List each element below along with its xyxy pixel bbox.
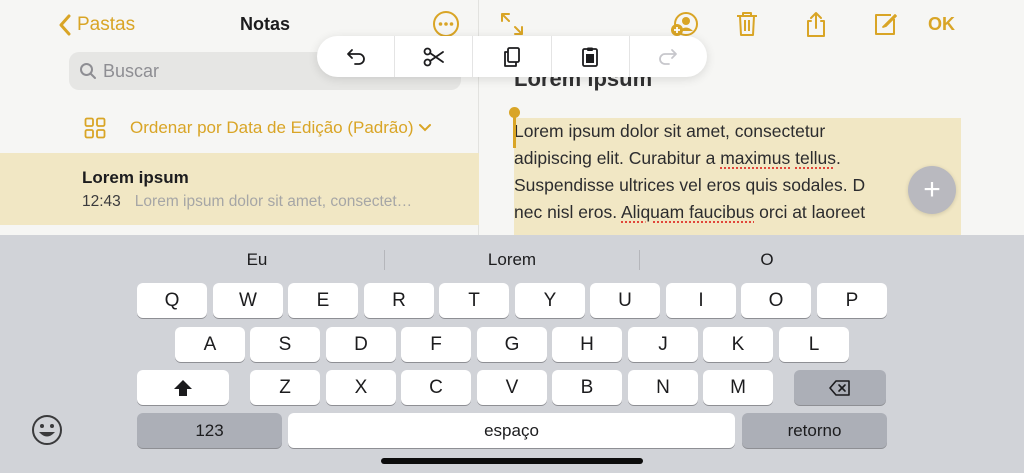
key[interactable]: J	[628, 327, 698, 362]
compose-icon[interactable]	[871, 10, 899, 38]
text-cursor	[513, 116, 516, 148]
key[interactable]: V	[477, 370, 547, 405]
note-body-line: nec nisl eros. Aliquam faucibus orci at …	[514, 202, 866, 222]
note-time: 12:43	[82, 193, 121, 210]
key[interactable]: A	[175, 327, 245, 362]
share-icon[interactable]	[802, 10, 830, 38]
search-icon	[80, 63, 96, 79]
key[interactable]: C	[401, 370, 471, 405]
key[interactable]: P	[817, 283, 887, 318]
note-preview: Lorem ipsum dolor sit amet, consectet…	[134, 193, 413, 210]
key[interactable]: Q	[137, 283, 207, 318]
ellipsis-circle-icon[interactable]	[432, 10, 460, 38]
note-subtitle: 12:43 Lorem ipsum dolor sit amet, consect…	[82, 193, 462, 211]
trash-icon[interactable]	[733, 10, 761, 38]
key[interactable]: G	[477, 327, 547, 362]
note-list-item[interactable]: Lorem ipsum 12:43 Lorem ipsum dolor sit a…	[0, 153, 479, 225]
key[interactable]: S	[250, 327, 320, 362]
note-body-line: Lorem ipsum dolor sit amet, consectetur	[514, 121, 826, 141]
paste-icon	[582, 47, 599, 67]
key[interactable]: Z	[250, 370, 320, 405]
note-body-line: Suspendisse ultrices vel eros quis sodal…	[514, 175, 866, 195]
prediction-suggestion[interactable]: O	[640, 247, 894, 273]
sort-label: Ordenar por Data de Edição (Padrão)	[130, 118, 414, 137]
key[interactable]: U	[590, 283, 660, 318]
predictive-bar: Eu Lorem O	[130, 247, 894, 273]
misspelled-word[interactable]: tellus	[795, 148, 836, 168]
return-key[interactable]: retorno	[742, 413, 887, 448]
grid-view-icon[interactable]	[84, 117, 106, 139]
key[interactable]: O	[741, 283, 811, 318]
undo-button[interactable]	[317, 36, 396, 77]
sort-menu-button[interactable]: Ordenar por Data de Edição (Padrão)	[84, 114, 432, 142]
backspace-key[interactable]	[794, 370, 886, 405]
undo-icon	[346, 48, 365, 65]
key[interactable]: W	[213, 283, 283, 318]
add-button[interactable]: +	[908, 166, 956, 214]
expand-icon[interactable]	[498, 10, 526, 38]
key[interactable]: R	[364, 283, 434, 318]
misspelled-word[interactable]: maximus	[720, 148, 790, 168]
key[interactable]: I	[666, 283, 736, 318]
prediction-suggestion[interactable]: Eu	[130, 247, 384, 273]
key[interactable]: T	[439, 283, 509, 318]
key[interactable]: F	[401, 327, 471, 362]
key[interactable]: X	[326, 370, 396, 405]
key[interactable]: N	[628, 370, 698, 405]
chevron-down-icon	[418, 124, 431, 132]
copy-button[interactable]	[473, 36, 552, 77]
key[interactable]: D	[326, 327, 396, 362]
key[interactable]: M	[703, 370, 773, 405]
cut-icon	[423, 47, 444, 66]
misspelled-word[interactable]: Aliquam faucibus	[621, 202, 754, 222]
prediction-suggestion[interactable]: Lorem	[385, 247, 639, 273]
note-body[interactable]: Lorem ipsum dolor sit amet, consectetur a…	[514, 118, 934, 226]
edit-menu	[317, 36, 707, 77]
key[interactable]: B	[552, 370, 622, 405]
note-body-line: adipiscing elit. Curabitur a maximus tel…	[514, 148, 841, 168]
key[interactable]: H	[552, 327, 622, 362]
home-indicator[interactable]	[381, 458, 643, 464]
copy-icon	[504, 46, 520, 67]
key[interactable]: K	[703, 327, 773, 362]
shift-icon	[174, 379, 192, 396]
paste-button[interactable]	[552, 36, 630, 77]
key[interactable]: Y	[515, 283, 585, 318]
keyboard: Eu Lorem O Q W E R T Y U I O P A S D F G…	[0, 235, 1024, 473]
space-key[interactable]: espaço	[288, 413, 735, 448]
emoji-icon[interactable]	[30, 413, 64, 447]
redo-button[interactable]	[630, 36, 707, 77]
delete-icon	[829, 379, 850, 396]
done-button[interactable]: OK	[928, 14, 955, 35]
numbers-key[interactable]: 123	[137, 413, 282, 448]
cut-button[interactable]	[395, 36, 474, 77]
key[interactable]: L	[779, 327, 849, 362]
search-placeholder: Buscar	[103, 60, 160, 81]
key[interactable]: E	[288, 283, 358, 318]
add-people-icon[interactable]	[670, 10, 698, 38]
shift-key[interactable]	[137, 370, 229, 405]
note-title: Lorem ipsum	[82, 168, 189, 187]
redo-icon	[659, 48, 678, 65]
